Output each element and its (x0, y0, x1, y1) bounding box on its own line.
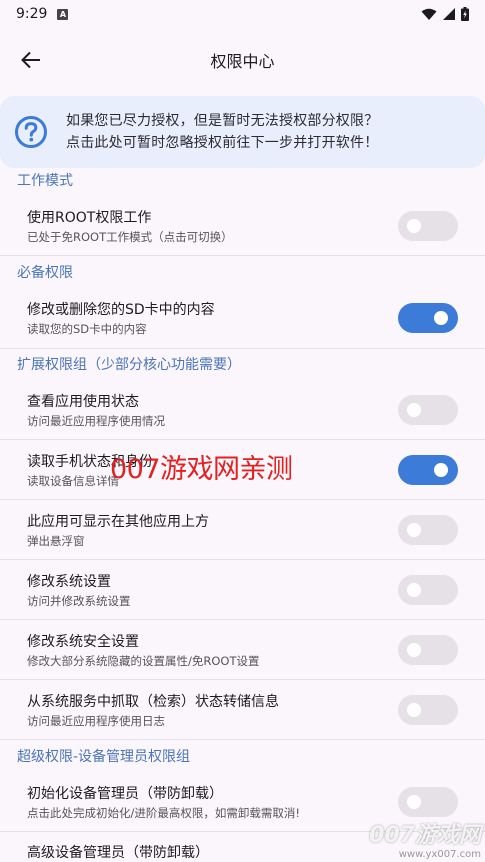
row-title: 使用ROOT权限工作 (27, 209, 152, 226)
permission-row-write-settings[interactable]: 修改系统设置 访问并修改系统设置 (0, 560, 485, 620)
app-bar: 权限中心 (0, 28, 485, 92)
row-title: 初始化设备管理员（带防卸载） (27, 785, 223, 802)
toggle-switch[interactable] (398, 210, 458, 241)
permission-row-usage[interactable]: 查看应用使用状态 访问最近应用程序使用情况 (0, 380, 485, 440)
row-title: 修改系统设置 (27, 573, 111, 590)
row-title: 修改或删除您的SD卡中的内容 (27, 302, 215, 318)
section-header-work-mode: 工作模式 (17, 173, 73, 189)
wifi-icon (421, 8, 437, 20)
section-header-extended: 扩展权限组（少部分核心功能需要） (0, 348, 485, 380)
status-time: 9:29 (16, 6, 48, 22)
row-subtitle: 访问最近应用程序使用情况 (27, 413, 165, 428)
toggle-switch[interactable] (398, 634, 458, 665)
back-button[interactable] (7, 36, 55, 84)
permission-row-dump[interactable]: 从系统服务中抓取（检索）状态转储信息 访问最近应用程序使用日志 (0, 680, 485, 740)
permission-row-phone-state[interactable]: 读取手机状态和身份 读取设备信息详情 (0, 440, 485, 500)
hint-line-1: 如果您已尽力授权，但是暂时无法授权部分权限？ (66, 113, 379, 129)
row-title: 读取手机状态和身份 (27, 453, 153, 470)
toggle-switch[interactable] (398, 394, 458, 425)
skip-permission-hint-card[interactable]: 如果您已尽力授权，但是暂时无法授权部分权限？ 点击此处可暂时忽略授权前往下一步并… (0, 96, 485, 168)
row-title: 此应用可显示在其他应用上方 (27, 513, 209, 530)
toggle-switch[interactable] (398, 303, 458, 333)
permission-row-overlay[interactable]: 此应用可显示在其他应用上方 弹出悬浮窗 (0, 500, 485, 560)
permission-row-secure-settings[interactable]: 修改系统安全设置 修改大部分系统隐藏的设置属性/免ROOT设置 (0, 620, 485, 680)
battery-icon (461, 7, 469, 21)
row-subtitle: 访问并修改系统设置 (27, 593, 131, 608)
toggle-switch[interactable] (398, 454, 458, 485)
arrow-back-icon (21, 51, 40, 69)
signal-icon (443, 8, 455, 20)
row-title: 从系统服务中抓取（检索）状态转储信息 (27, 693, 279, 710)
row-title: 修改系统安全设置 (27, 633, 139, 650)
row-title: 查看应用使用状态 (27, 393, 139, 410)
row-subtitle: 已处于免ROOT工作模式（点击可切换） (27, 229, 233, 244)
row-subtitle: 读取您的SD卡中的内容 (27, 322, 147, 336)
toggle-switch[interactable] (398, 694, 458, 725)
section-header-super: 超级权限-设备管理员权限组 (17, 749, 191, 765)
row-subtitle: 修改大部分系统隐藏的设置属性/免ROOT设置 (27, 653, 260, 668)
permission-row-root[interactable]: 使用ROOT权限工作 已处于免ROOT工作模式（点击可切换） (0, 196, 485, 256)
toggle-switch[interactable] (398, 514, 458, 545)
permission-row-sdcard[interactable]: 修改或删除您的SD卡中的内容 读取您的SD卡中的内容 (0, 288, 485, 348)
section-header-required: 必备权限 (17, 265, 73, 281)
hint-line-2: 点击此处可暂时忽略授权前往下一步并打开软件！ (66, 135, 379, 151)
toggle-switch[interactable] (398, 574, 458, 605)
row-title: 高级设备管理员（带防卸载） (27, 845, 209, 861)
permission-row-advanced-admin[interactable]: 高级设备管理员（带防卸载） (0, 832, 485, 862)
row-subtitle: 点击此处完成初始化/进阶最高权限，如需卸载需取消! (27, 805, 300, 820)
hint-text: 如果您已尽力授权，但是暂时无法授权部分权限？ 点击此处可暂时忽略授权前往下一步并… (66, 110, 378, 154)
row-subtitle: 读取设备信息详情 (27, 473, 119, 488)
permission-row-device-admin[interactable]: 初始化设备管理员（带防卸载） 点击此处完成初始化/进阶最高权限，如需卸载需取消! (0, 772, 485, 832)
row-subtitle: 访问最近应用程序使用日志 (27, 713, 165, 728)
status-bar: 9:29 A (0, 0, 485, 28)
toggle-switch[interactable] (398, 786, 458, 817)
page-title: 权限中心 (210, 52, 275, 71)
notification-icon: A (57, 8, 69, 20)
help-circle-icon (15, 116, 47, 148)
row-subtitle: 弹出悬浮窗 (27, 533, 85, 548)
